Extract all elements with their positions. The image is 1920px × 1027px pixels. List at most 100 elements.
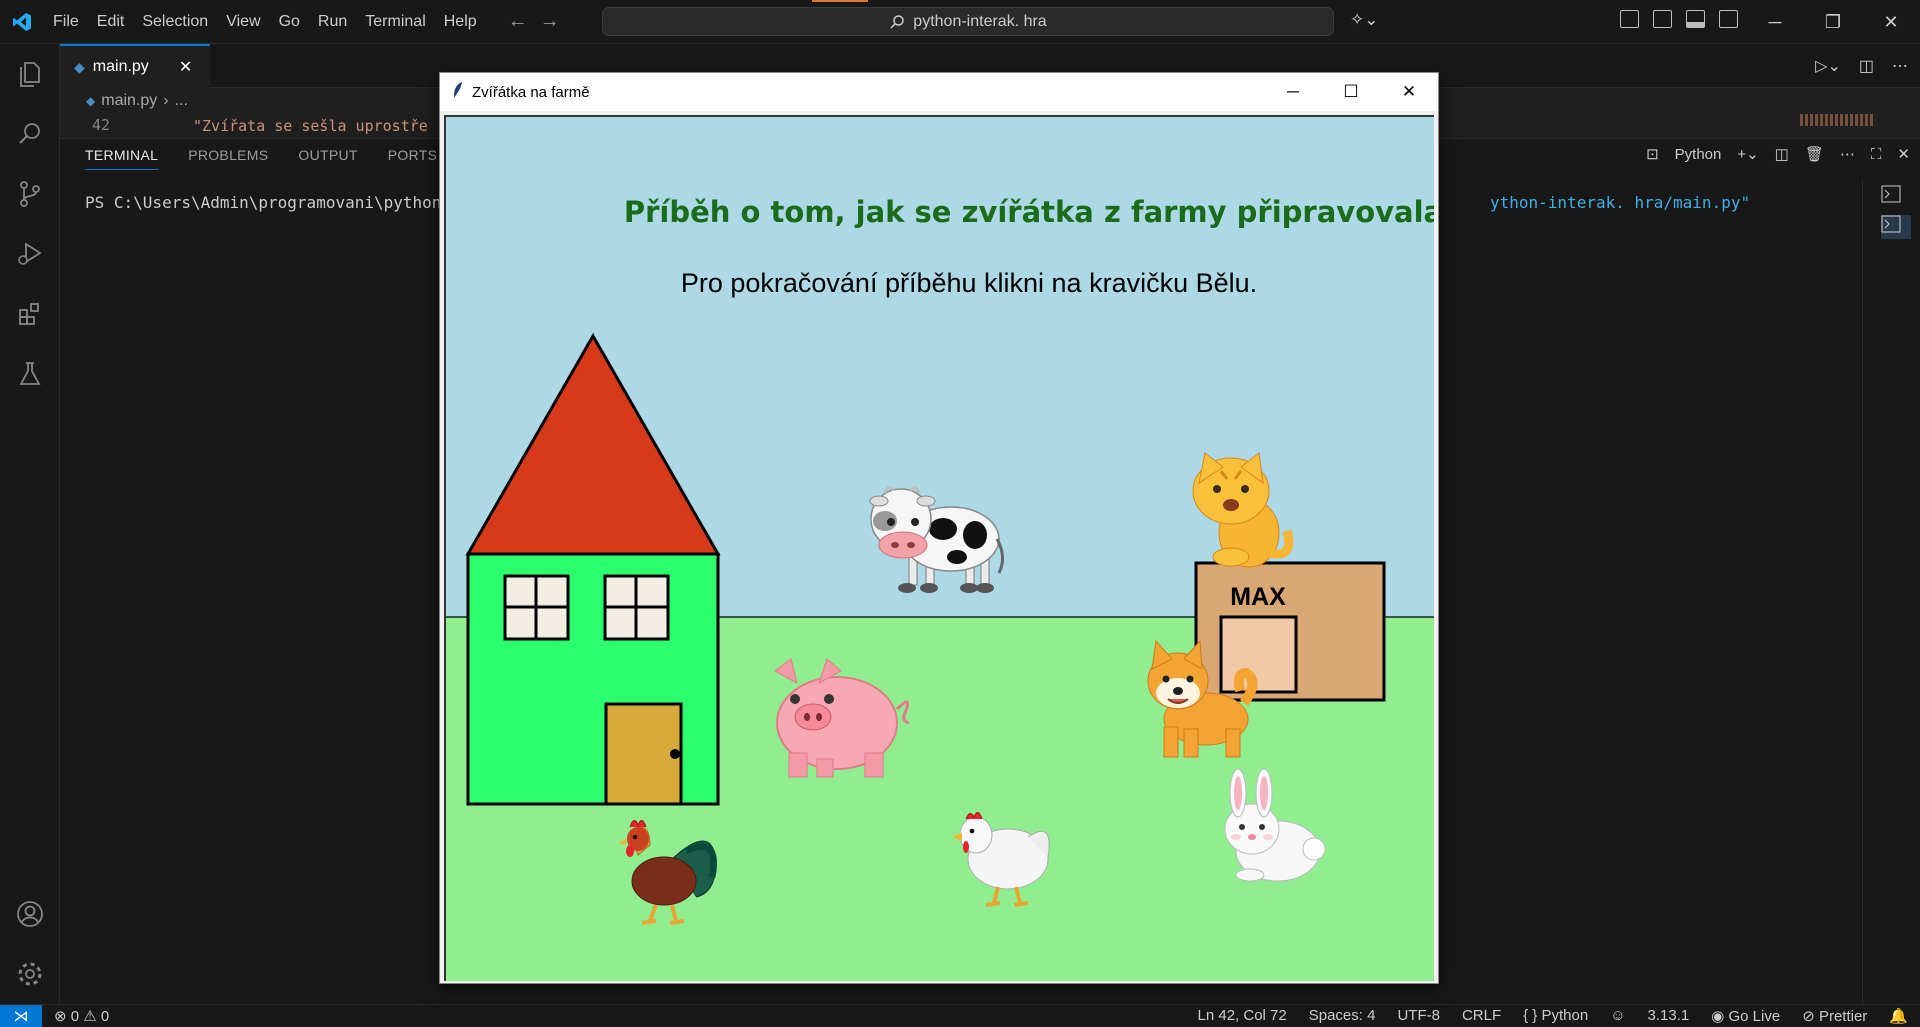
warning-count: 0 xyxy=(100,1008,110,1025)
copilot-icon[interactable]: ✧⌄ xyxy=(1350,10,1379,30)
breadcrumb-file[interactable]: main.py xyxy=(101,92,157,110)
tk-window-title: Zvířátka na farmě xyxy=(472,83,590,101)
account-icon[interactable] xyxy=(0,884,60,944)
shell-label[interactable]: Python xyxy=(1675,146,1722,163)
error-count: 0 xyxy=(70,1008,80,1025)
terminal-instance-icon[interactable] xyxy=(1881,215,1911,239)
eol[interactable]: CRLF xyxy=(1462,1007,1501,1025)
house-door xyxy=(604,702,683,806)
close-panel-icon[interactable]: ✕ xyxy=(1897,145,1910,163)
menu-edit[interactable]: Edit xyxy=(88,0,134,44)
code-text[interactable]: "Zvířata se sešla uprostře xyxy=(193,117,428,135)
menu-view[interactable]: View xyxy=(217,0,269,44)
more-actions-icon[interactable]: ⋯ xyxy=(1892,56,1908,76)
tk-window-controls: ─ ☐ ✕ xyxy=(1264,73,1438,111)
terminal-list xyxy=(1862,179,1920,1005)
door-knob xyxy=(670,749,680,759)
notifications-icon[interactable]: 🔔 xyxy=(1889,1007,1908,1025)
go-live-label: Go Live xyxy=(1728,1008,1781,1025)
tab-terminal[interactable]: TERMINAL xyxy=(85,147,159,170)
menu-terminal[interactable]: Terminal xyxy=(356,0,434,44)
split-terminal-icon[interactable]: ◫ xyxy=(1775,145,1789,163)
remote-icon[interactable]: ⋊ xyxy=(0,1005,42,1027)
terminal-output-right[interactable]: ython-interak. hra/main.py" xyxy=(1490,193,1750,212)
source-control-icon[interactable] xyxy=(0,164,60,224)
maximize-icon[interactable]: ☐ xyxy=(1322,73,1380,111)
menu-go[interactable]: Go xyxy=(270,0,309,44)
back-arrow-icon[interactable]: ← xyxy=(508,10,528,33)
window-controls: ─ ❐ ✕ xyxy=(1746,0,1920,44)
trash-icon[interactable]: 🗑 xyxy=(1805,145,1824,163)
restore-icon[interactable]: ❐ xyxy=(1804,0,1862,44)
terminal-output[interactable]: PS C:\Users\Admin\programovani\python-i xyxy=(85,193,461,212)
tab-ports[interactable]: PORTS xyxy=(388,147,437,170)
vscode-logo-icon xyxy=(0,0,44,44)
language-mode[interactable]: { } Python xyxy=(1523,1007,1588,1025)
search-icon[interactable] xyxy=(0,104,60,164)
run-debug-icon[interactable] xyxy=(0,224,60,284)
cursor-position[interactable]: Ln 42, Col 72 xyxy=(1198,1007,1287,1025)
minimap[interactable] xyxy=(1800,114,1875,126)
menu-bar: File Edit Selection View Go Run Terminal… xyxy=(44,0,486,44)
encoding[interactable]: UTF-8 xyxy=(1397,1007,1440,1025)
toggle-sidebar-icon[interactable] xyxy=(1653,10,1672,28)
explorer-icon[interactable] xyxy=(0,44,60,104)
maximize-panel-icon[interactable]: ⛶ xyxy=(1871,146,1882,163)
menu-help[interactable]: Help xyxy=(435,0,486,44)
search-text: python-interak. hra xyxy=(913,12,1047,30)
tab-problems[interactable]: PROBLEMS xyxy=(188,147,268,170)
kennel-label: MAX xyxy=(1230,583,1286,611)
breadcrumb-symbol[interactable]: ... xyxy=(175,92,188,110)
activity-bar xyxy=(0,44,60,1004)
tk-titlebar: Zvířátka na farmě ─ ☐ ✕ xyxy=(440,73,1438,111)
close-icon[interactable]: ✕ xyxy=(1862,0,1920,44)
menu-run[interactable]: Run xyxy=(309,0,356,44)
python-file-icon: ◆ xyxy=(74,58,85,75)
panel-tabs: TERMINAL PROBLEMS OUTPUT PORTS xyxy=(85,147,437,170)
terminal-instance-icon[interactable] xyxy=(1881,185,1911,209)
command-center-search[interactable]: python-interak. hra xyxy=(602,7,1334,36)
minimize-icon[interactable]: ─ xyxy=(1746,0,1804,44)
run-python-icon[interactable]: ▷⌄ xyxy=(1815,56,1841,76)
warning-icon: ⚠ xyxy=(83,1008,97,1025)
story-instruction: Pro pokračování příběhu klikni na kravič… xyxy=(681,268,1257,298)
title-accent xyxy=(812,0,868,2)
settings-icon[interactable] xyxy=(0,944,60,1004)
farm-canvas[interactable]: Příběh o tom, jak se zvířátka z farmy př… xyxy=(444,115,1434,981)
testing-icon[interactable] xyxy=(0,344,60,404)
extensions-icon[interactable] xyxy=(0,284,60,344)
terminal-icon: ⊡ xyxy=(1646,146,1659,163)
status-bar: ⋊ ⊗ 0 ⚠ 0 Ln 42, Col 72 Spaces: 4 UTF-8 … xyxy=(0,1004,1920,1027)
tab-label: main.py xyxy=(92,58,149,75)
customize-layout-icon[interactable] xyxy=(1620,10,1639,28)
go-live[interactable]: ◉ Go Live xyxy=(1711,1007,1780,1025)
prettier[interactable]: ⊘ Prettier xyxy=(1802,1007,1867,1025)
tab-main-py[interactable]: ◆ main.py ✕ xyxy=(60,44,210,88)
minimize-icon[interactable]: ─ xyxy=(1264,73,1322,111)
split-editor-icon[interactable]: ◫ xyxy=(1859,56,1874,76)
new-terminal-icon[interactable]: +⌄ xyxy=(1737,145,1758,163)
indentation[interactable]: Spaces: 4 xyxy=(1309,1007,1376,1025)
close-tab-icon[interactable]: ✕ xyxy=(179,57,192,77)
kennel-door xyxy=(1219,615,1298,694)
panel-actions: ⊡ Python +⌄ ◫ 🗑 ⋯ ⛶ ✕ xyxy=(1646,145,1910,164)
more-actions-icon[interactable]: ⋯ xyxy=(1840,145,1855,163)
toggle-panel-icon[interactable] xyxy=(1686,10,1705,28)
close-icon[interactable]: ✕ xyxy=(1380,73,1438,111)
tab-output[interactable]: OUTPUT xyxy=(298,147,357,170)
editor-actions: ▷⌄ ◫ ⋯ xyxy=(1815,56,1908,76)
tk-window: Zvířátka na farmě ─ ☐ ✕ Příběh o tom, ja… xyxy=(439,72,1439,984)
story-heading: Příběh o tom, jak se zvířátka z farmy př… xyxy=(624,195,1434,229)
problems-status[interactable]: ⊗ 0 ⚠ 0 xyxy=(54,1007,109,1025)
error-icon: ⊗ xyxy=(54,1008,67,1025)
menu-selection[interactable]: Selection xyxy=(133,0,217,44)
max-kennel: MAX xyxy=(1194,561,1386,702)
line-number: 42 xyxy=(92,116,111,134)
copilot-status-icon[interactable]: ☺ xyxy=(1610,1007,1625,1025)
layout-controls xyxy=(1620,10,1738,28)
menu-file[interactable]: File xyxy=(44,0,88,44)
python-version[interactable]: 3.13.1 xyxy=(1648,1007,1690,1025)
nav-arrows: ← → xyxy=(508,10,560,33)
forward-arrow-icon[interactable]: → xyxy=(540,10,560,33)
toggle-secondary-sidebar-icon[interactable] xyxy=(1719,10,1738,28)
